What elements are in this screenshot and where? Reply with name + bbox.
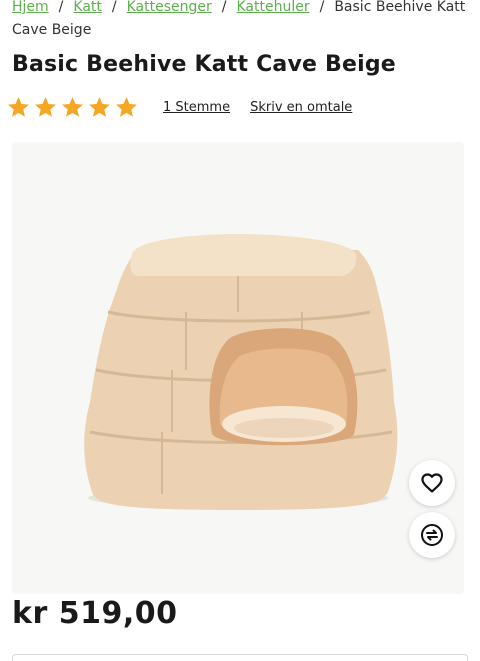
- write-review-link[interactable]: Skriv en omtale: [250, 100, 352, 115]
- cat-bed-beehive-image: [84, 234, 398, 510]
- breadcrumb-separator: /: [221, 0, 227, 15]
- breadcrumb-separator: /: [111, 0, 117, 15]
- breadcrumb: Hjem / Katt / Kattesenger / Kattehuler / Basic B…: [12, 0, 472, 42]
- star-icon: [60, 95, 85, 120]
- page-title: Basic Beehive Katt Cave Beige: [12, 52, 396, 77]
- product-image[interactable]: [12, 142, 464, 594]
- rating-row: 1 Stemme Skriv en omtale: [6, 94, 352, 120]
- breadcrumb-link-cat[interactable]: Katt: [73, 0, 102, 15]
- favorite-button[interactable]: [409, 460, 455, 506]
- rating-count-link[interactable]: 1 Stemme: [163, 100, 230, 115]
- breadcrumb-link-cat-caves[interactable]: Kattehuler: [236, 0, 309, 15]
- breadcrumb-separator: /: [58, 0, 64, 15]
- compare-button[interactable]: [409, 512, 455, 558]
- star-icon: [33, 95, 58, 120]
- star-icon: [6, 95, 31, 120]
- breadcrumb-separator: /: [319, 0, 325, 15]
- star-icon: [114, 95, 139, 120]
- product-price: kr 519,00: [12, 596, 178, 631]
- heart-icon: [420, 471, 444, 495]
- compare-icon: [420, 523, 444, 547]
- breadcrumb-link-cat-beds[interactable]: Kattesenger: [127, 0, 212, 15]
- star-rating[interactable]: [6, 95, 139, 120]
- star-icon: [87, 95, 112, 120]
- breadcrumb-link-home[interactable]: Hjem: [12, 0, 49, 15]
